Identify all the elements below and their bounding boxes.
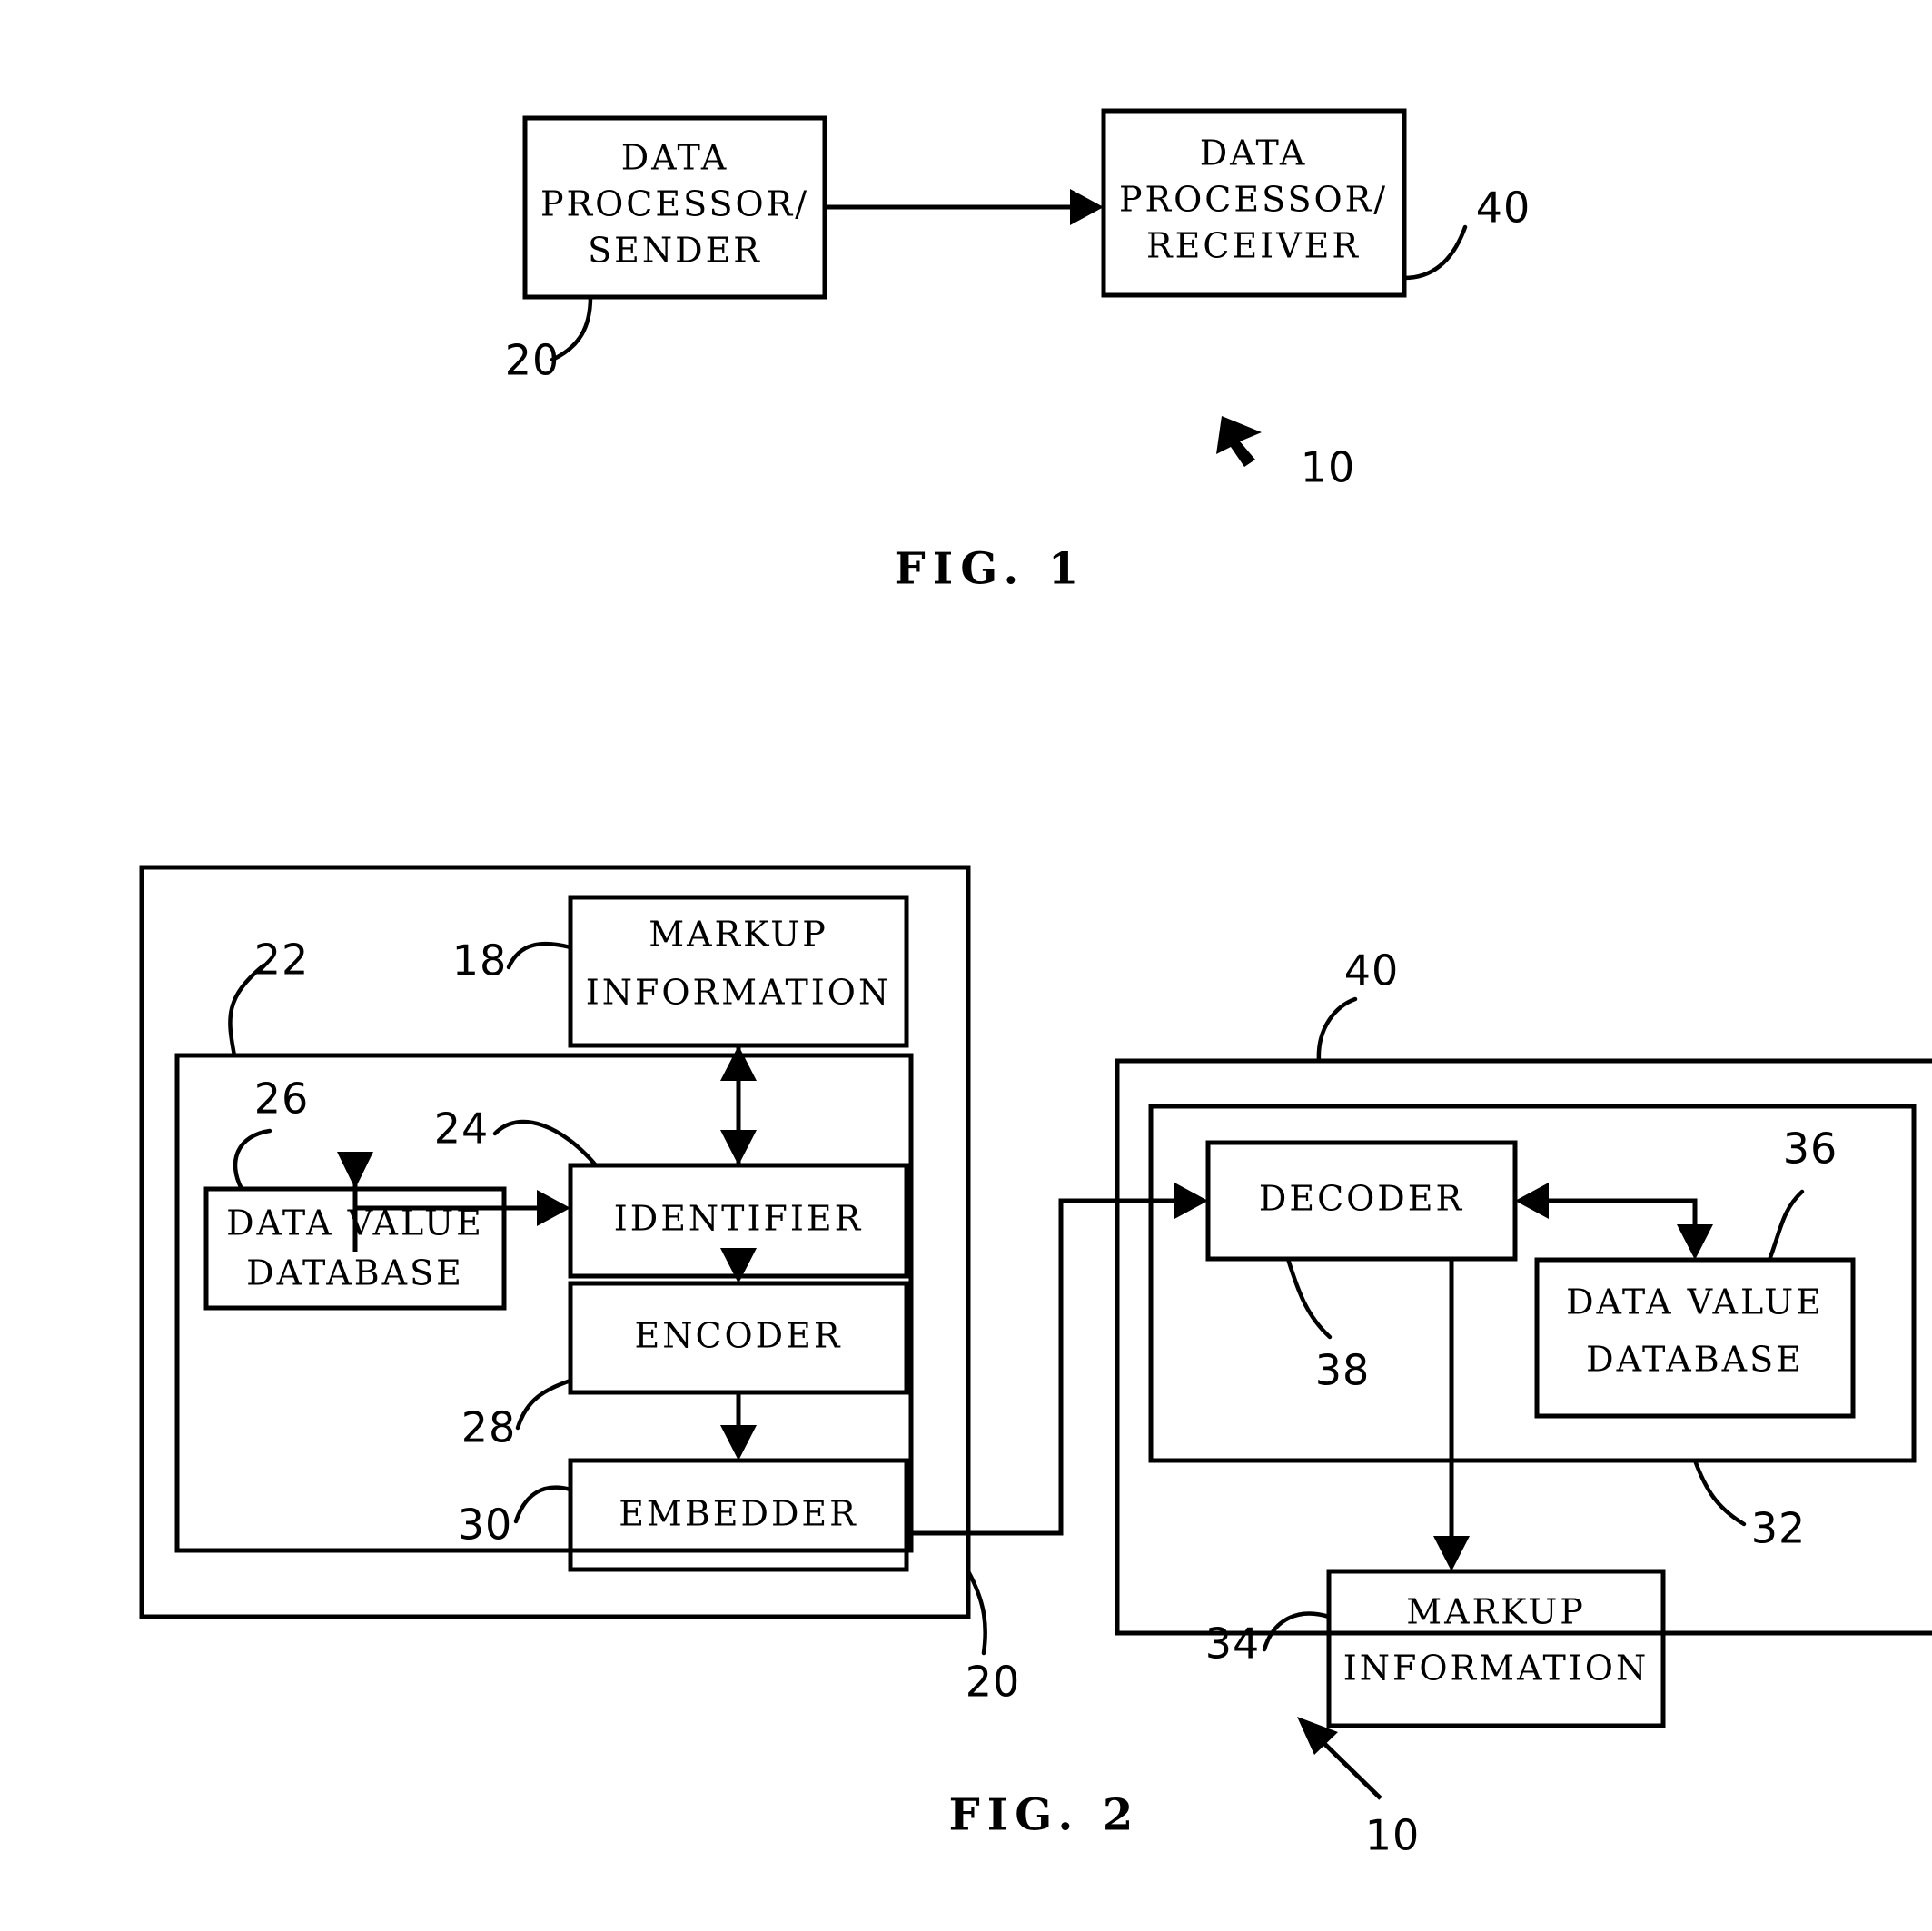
- fig2-conn-embedder-decoder: [907, 1183, 1208, 1536]
- fig1-receiver-box: DATA PROCESSOR/ RECEIVER: [1101, 108, 1407, 298]
- fig2-ref-40-label: 40: [1344, 946, 1400, 995]
- fig1-ref-40-leader: 40: [1402, 183, 1531, 281]
- fig2-conn-markup-identifier-arrowhead-up-icon: [720, 1045, 757, 1081]
- fig2-markup-recv-line1: MARKUP: [1406, 1592, 1586, 1632]
- fig2-ref-24-label: 24: [434, 1104, 490, 1154]
- fig2-ref-28-leader-line: [515, 1378, 573, 1431]
- fig2-conn-decoder-database-arrowhead-icon: [1677, 1224, 1713, 1260]
- fig2-markup-send-line1: MARKUP: [649, 915, 828, 955]
- fig2-ref-18-label: 18: [452, 936, 508, 985]
- fig2-ref-36-label: 36: [1783, 1124, 1838, 1173]
- fig2-ref-26-label: 26: [254, 1074, 310, 1124]
- fig2-ref-36-leader: 36: [1767, 1124, 1838, 1263]
- fig2-conn-database-decoder-path: [1531, 1198, 1698, 1235]
- fig2-markup-information-receiver-box: MARKUP INFORMATION: [1326, 1569, 1666, 1728]
- fig2-conn-decoder-markup-arrowhead-icon: [1433, 1536, 1470, 1571]
- fig1-ref-20-leader: 20: [505, 294, 593, 385]
- fig2-ref-26-leader: 26: [233, 1074, 310, 1192]
- fig2-ref-18-leader: 18: [452, 936, 573, 985]
- fig2-conn-database-decoder-arrowhead-icon: [1515, 1183, 1549, 1219]
- fig2-dvdb-recv-line2: DATABASE: [1586, 1340, 1804, 1380]
- fig1-connector-sender-to-receiver: [825, 189, 1104, 225]
- fig1-sender-line3: SENDER: [588, 231, 762, 271]
- fig2-ref-20-leader-line: [966, 1569, 987, 1656]
- fig2-conn-markup-identifier-arrowhead-down-icon: [720, 1130, 757, 1165]
- fig2-ref-34-leader: 34: [1205, 1611, 1332, 1669]
- fig2-ref-24-leader: 24: [434, 1104, 599, 1168]
- fig2-conn-decoder-markup: [1433, 1259, 1470, 1571]
- fig2-embedder-label: EMBEDDER: [619, 1494, 858, 1534]
- fig1-sender-box: DATA PROCESSOR/ SENDER: [522, 115, 827, 300]
- fig2-ref-40-leader: 40: [1316, 946, 1400, 1064]
- patent-drawing-sheet: DATA PROCESSOR/ SENDER DATA PROCESSOR/ R…: [0, 0, 1932, 1931]
- fig1-sender-line2: PROCESSOR/: [540, 184, 809, 224]
- fig2-ref-22-label: 22: [254, 936, 310, 985]
- fig2-markup-send-line2: INFORMATION: [586, 973, 891, 1013]
- fig2-ref-38-leader-line: [1285, 1256, 1333, 1340]
- fig1-receiver-line3: RECEIVER: [1146, 226, 1361, 266]
- fig2-encoder-label: ENCODER: [634, 1316, 842, 1356]
- fig1-ref-40-label: 40: [1476, 183, 1531, 233]
- fig2-ref-28-label: 28: [461, 1403, 517, 1452]
- fig2-ref-22-leader: 22: [228, 936, 310, 1058]
- fig1-connector-arrowhead-icon: [1070, 189, 1104, 225]
- fig2-markup-recv-line2: INFORMATION: [1343, 1649, 1649, 1688]
- fig1-ref-40-leader-line: [1402, 224, 1468, 281]
- fig2-dvdb-send-line2: DATABASE: [246, 1253, 464, 1293]
- fig2-encoder-box: ENCODER: [568, 1281, 909, 1395]
- fig2-conn-encoder-embedder-arrowhead-icon: [720, 1425, 757, 1461]
- fig2-ref-20-label: 20: [966, 1658, 1021, 1707]
- fig2-ref-28-leader: 28: [461, 1378, 573, 1452]
- fig2-ref-10-label: 10: [1365, 1811, 1421, 1860]
- fig2-ref-30-leader-line: [513, 1485, 573, 1524]
- fig2-ref-26-leader-line: [233, 1128, 272, 1192]
- fig2-ref-34-label: 34: [1205, 1619, 1261, 1669]
- fig2-system-pointer: 10: [1297, 1717, 1421, 1860]
- fig1-sender-line1: DATA: [621, 138, 729, 178]
- fig2-decoder-box: DECODER: [1205, 1140, 1518, 1262]
- fig2-conn-encoder-embedder: [720, 1392, 757, 1461]
- fig1-caption: FIG. 1: [895, 544, 1086, 595]
- fig2-dvdb-recv-line1: DATA VALUE: [1566, 1282, 1824, 1322]
- fig1-ref-10-label: 10: [1301, 443, 1356, 492]
- figure-2: 20 22 MARKUP INFORMATION 18 IDENTIFIER 2…: [139, 865, 1932, 1860]
- fig2-markup-information-sender-box: MARKUP INFORMATION: [568, 895, 909, 1048]
- fig2-ref-32-leader: 32: [1692, 1458, 1807, 1553]
- fig2-sender-inner-container: [174, 1053, 914, 1553]
- fig2-data-value-database-receiver-box: DATA VALUE DATABASE: [1534, 1257, 1856, 1419]
- fig2-conn-database-decoder: [1515, 1183, 1713, 1260]
- fig2-identifier-label: IDENTIFIER: [614, 1199, 864, 1239]
- fig1-system-pointer-arrow-icon: [1216, 416, 1262, 467]
- fig2-ref-38-leader: 38: [1285, 1256, 1371, 1395]
- fig2-ref-38-label: 38: [1315, 1346, 1371, 1395]
- fig2-conn-markup-identifier: [720, 1045, 757, 1165]
- fig2-embedder-box: EMBEDDER: [568, 1458, 909, 1572]
- fig2-ref-30-label: 30: [458, 1500, 513, 1550]
- figure-1: DATA PROCESSOR/ SENDER DATA PROCESSOR/ R…: [505, 108, 1531, 595]
- fig2-ref-30-leader: 30: [458, 1485, 573, 1550]
- fig1-system-pointer: 10: [1216, 416, 1356, 492]
- fig1-ref-20-label: 20: [505, 336, 560, 385]
- fig2-ref-24-leader-line: [492, 1119, 599, 1168]
- fig2-ref-32-leader-line: [1692, 1458, 1747, 1527]
- fig2-ref-32-label: 32: [1751, 1504, 1807, 1553]
- fig2-decoder-label: DECODER: [1259, 1179, 1464, 1219]
- fig2-ref-18-leader-line: [506, 941, 573, 970]
- fig2-conn-embedder-decoder-arrowhead-icon: [1174, 1183, 1208, 1219]
- drawing-canvas: DATA PROCESSOR/ SENDER DATA PROCESSOR/ R…: [139, 108, 1932, 1860]
- fig2-ref-40-leader-line: [1316, 996, 1358, 1064]
- fig1-receiver-line2: PROCESSOR/: [1119, 180, 1388, 220]
- fig2-ref-20-leader: 20: [966, 1569, 1021, 1707]
- fig2-ref-36-leader-line: [1767, 1189, 1805, 1263]
- fig2-conn-database-identifier-arrowhead-icon: [537, 1190, 570, 1226]
- fig2-caption: FIG. 2: [949, 1790, 1141, 1841]
- fig1-receiver-line1: DATA: [1200, 134, 1308, 173]
